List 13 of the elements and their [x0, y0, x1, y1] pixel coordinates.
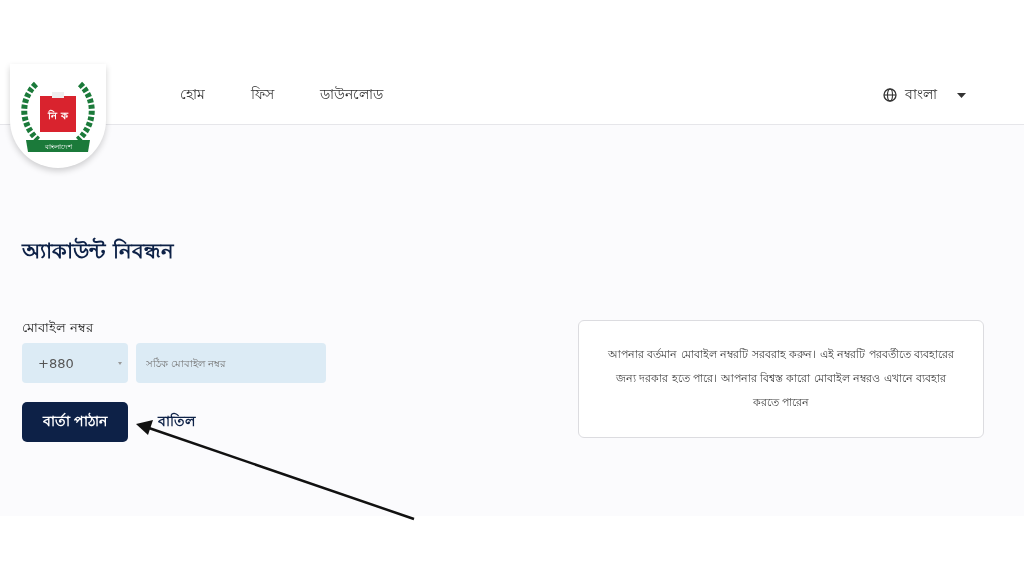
cancel-link[interactable]: বাতিল: [158, 410, 195, 434]
country-code-select[interactable]: +880: [22, 343, 128, 383]
caret-icon: [957, 92, 966, 98]
nav-link[interactable]: ফিস: [251, 83, 274, 107]
field-label: মোবাইল নম্বর: [22, 319, 95, 337]
page-title: অ্যাকাউন্ট নিবন্ধন: [22, 236, 176, 265]
nav-link[interactable]: ডাউনলোড: [320, 83, 383, 107]
language-dropdown[interactable]: বাংলা: [877, 82, 972, 108]
phone-input[interactable]: সঠিক মোবাইল নম্বর: [136, 343, 326, 383]
nav-link[interactable]: হোম: [180, 83, 205, 107]
globe-icon: [883, 88, 897, 102]
info-text: আপনার বর্তমান মোবাইল নম্বরটি সরবরাহ করুন। এই নম্বরটি পরবর্তীতে ব্যবহারের জন্য দরকার হতে পারে। আপনার বিশ্বস্ত কারো মোবাইল নম্বরও এখানে ব্যবহার করতে পারেন: [606, 347, 956, 411]
send-button[interactable]: বার্তা পাঠান: [22, 402, 128, 442]
